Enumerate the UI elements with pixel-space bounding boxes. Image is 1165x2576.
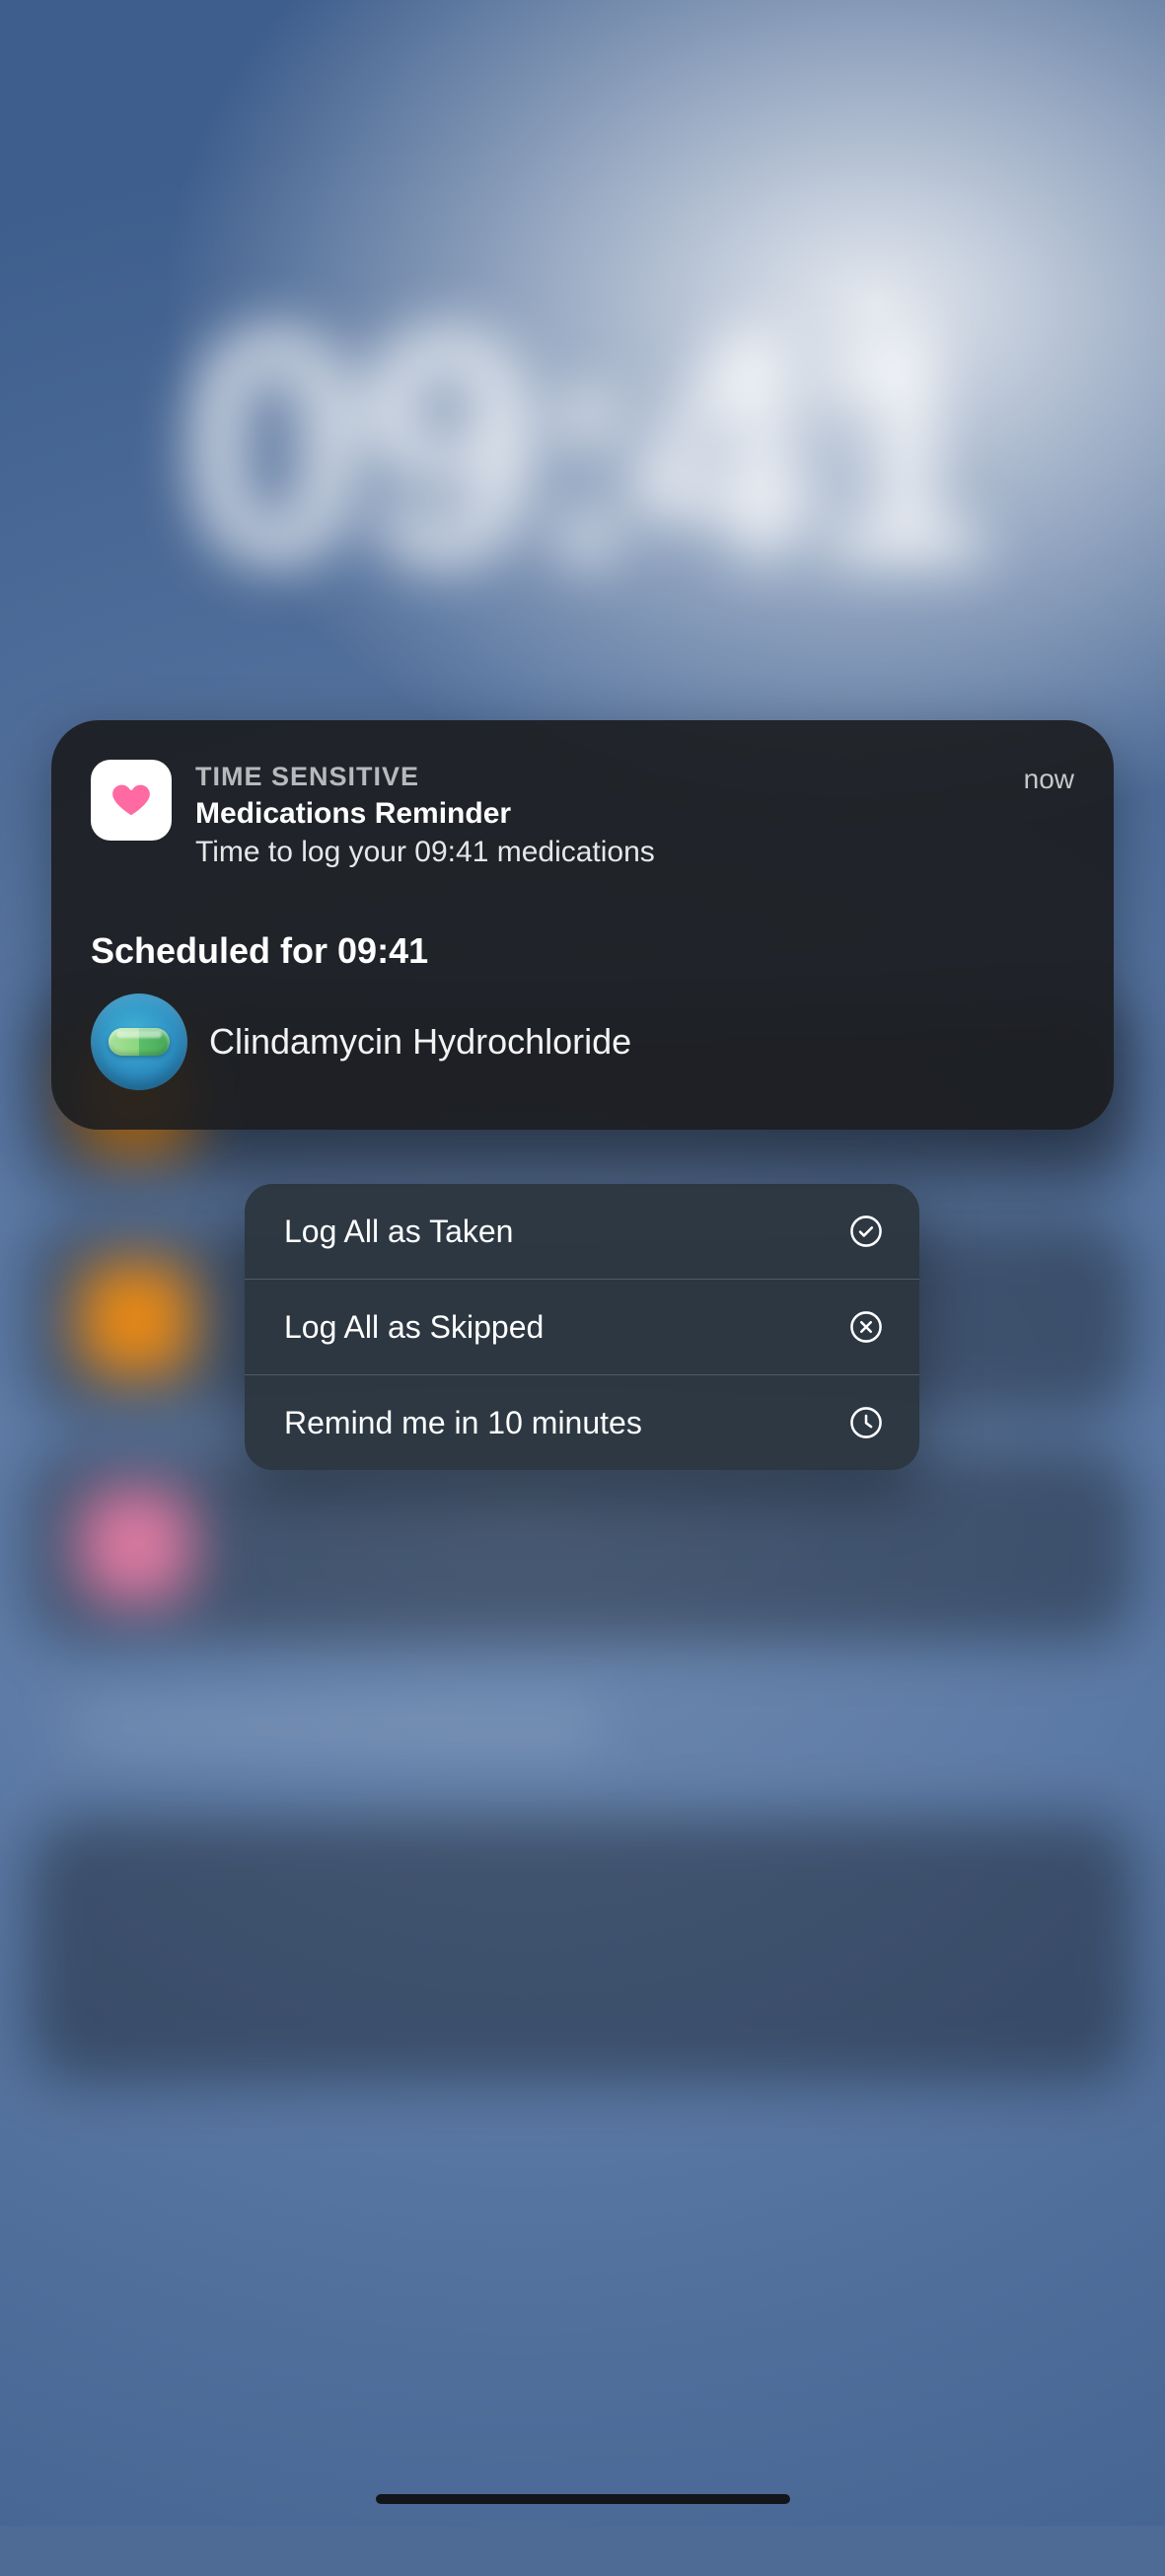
medication-row: Clindamycin Hydrochloride [91,994,1074,1090]
notification-tag: TIME SENSITIVE [195,760,1000,794]
heart-icon [109,777,154,823]
checkmark-circle-icon [846,1212,886,1251]
notification-body: Time to log your 09:41 medications [195,833,1000,873]
medication-pill-icon [91,994,187,1090]
notification-timestamp: now [1024,760,1074,795]
notification-actions-menu: Log All as Taken Log All as Skipped [245,1184,919,1470]
scheduled-section: Scheduled for 09:41 Clindamycin Hydrochl… [91,928,1074,1091]
home-indicator[interactable] [376,2494,790,2504]
action-log-all-taken[interactable]: Log All as Taken [245,1184,919,1279]
action-log-all-skipped[interactable]: Log All as Skipped [245,1280,919,1374]
medications-notification-card[interactable]: TIME SENSITIVE Medications Reminder Time… [51,720,1114,1130]
xmark-circle-icon [846,1307,886,1347]
health-app-icon [91,760,172,841]
medication-name: Clindamycin Hydrochloride [209,1021,631,1063]
notification-title: Medications Reminder [195,794,1000,833]
notification-header: TIME SENSITIVE Medications Reminder Time… [91,760,1074,873]
action-label: Log All as Skipped [284,1309,544,1346]
clock-icon [846,1403,886,1442]
action-label: Remind me in 10 minutes [284,1405,642,1441]
lock-screen: 09:41 [0,0,1165,2526]
action-label: Log All as Taken [284,1214,513,1250]
scheduled-label: Scheduled for 09:41 [91,928,1074,975]
capsule-icon [109,1028,170,1056]
action-remind-later[interactable]: Remind me in 10 minutes [245,1375,919,1470]
